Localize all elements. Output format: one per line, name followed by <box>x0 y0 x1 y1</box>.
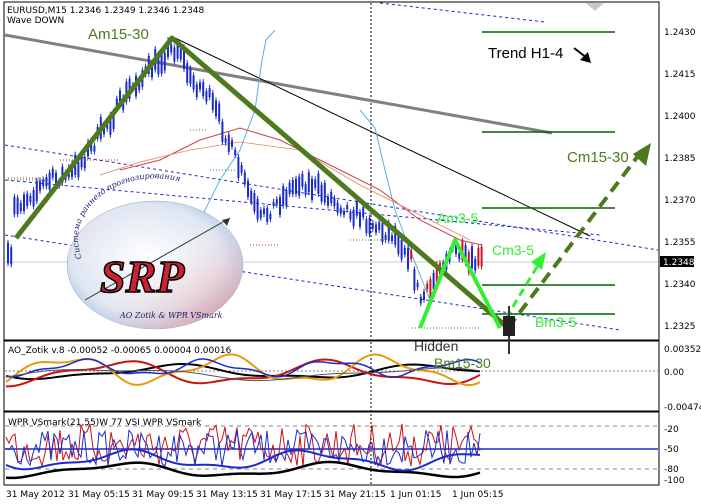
time-label: 31 May 13:15 <box>196 490 258 500</box>
wpr-price-label: -20 <box>664 425 679 435</box>
label-trend-h1-4: Trend H1-4 <box>488 45 563 62</box>
label-cm15-30: Cm15-30 <box>567 149 629 166</box>
price-label: 1.2415 <box>664 70 696 80</box>
time-label: 31 May 21:15 <box>324 490 386 500</box>
label-bm3-5: Bm3-5 <box>535 314 576 330</box>
ao-title: AO_Zotik v.8 -0.00052 -0.00065 0.00004 0… <box>8 346 232 356</box>
ao-price-label: 0.00 <box>664 368 684 378</box>
time-label: 1 Jun 05:15 <box>452 490 503 500</box>
current-price-label: 1.2348 <box>663 258 695 268</box>
price-label: 1.2430 <box>664 28 696 38</box>
hidden-marker-candle <box>503 316 515 336</box>
wpr-title: WPR VSmark(21,55)W 77 VSI WPR VSmark <box>8 418 202 428</box>
price-label: 1.2325 <box>664 322 696 332</box>
time-label: 31 May 09:15 <box>132 490 194 500</box>
wpr-price-label: -80 <box>664 465 679 475</box>
label-am3-5: Am3-5 <box>437 210 478 226</box>
price-label: 1.2370 <box>664 196 696 206</box>
logo-authors: AO Zotik & WPR VSmark <box>119 311 223 320</box>
wpr-price-label: -100 <box>664 476 685 486</box>
price-label: 1.2400 <box>664 112 696 122</box>
time-label: 31 May 2012 <box>6 490 65 500</box>
time-label: 1 Jun 01:15 <box>390 490 441 500</box>
ao-price-label: 0.00352 <box>664 345 701 355</box>
indicator-line: Wave DOWN <box>7 16 64 26</box>
price-label: 1.2385 <box>664 154 696 164</box>
label-hidden: Hidden <box>414 338 458 354</box>
chart-window: 1.2348 1.2430 1.2415 1.2400 1.2385 1.237… <box>3 1 701 500</box>
wpr-price-label: -50 <box>664 445 679 455</box>
label-cm3-5: Cm3-5 <box>492 242 534 258</box>
ao-price-label: -0.00474 <box>664 403 701 413</box>
label-bm15-30: Bm15-30 <box>434 355 491 371</box>
price-label: 1.2355 <box>664 238 696 248</box>
time-label: 31 May 05:15 <box>68 490 130 500</box>
symbol-line: EURUSD,M15 1.2346 1.2349 1.2346 1.2348 <box>7 6 205 16</box>
time-label: 31 May 17:15 <box>260 490 322 500</box>
logo-big-text: SRP <box>100 251 185 302</box>
price-label: 1.2340 <box>664 280 696 290</box>
label-am15-30: Am15-30 <box>88 26 149 43</box>
